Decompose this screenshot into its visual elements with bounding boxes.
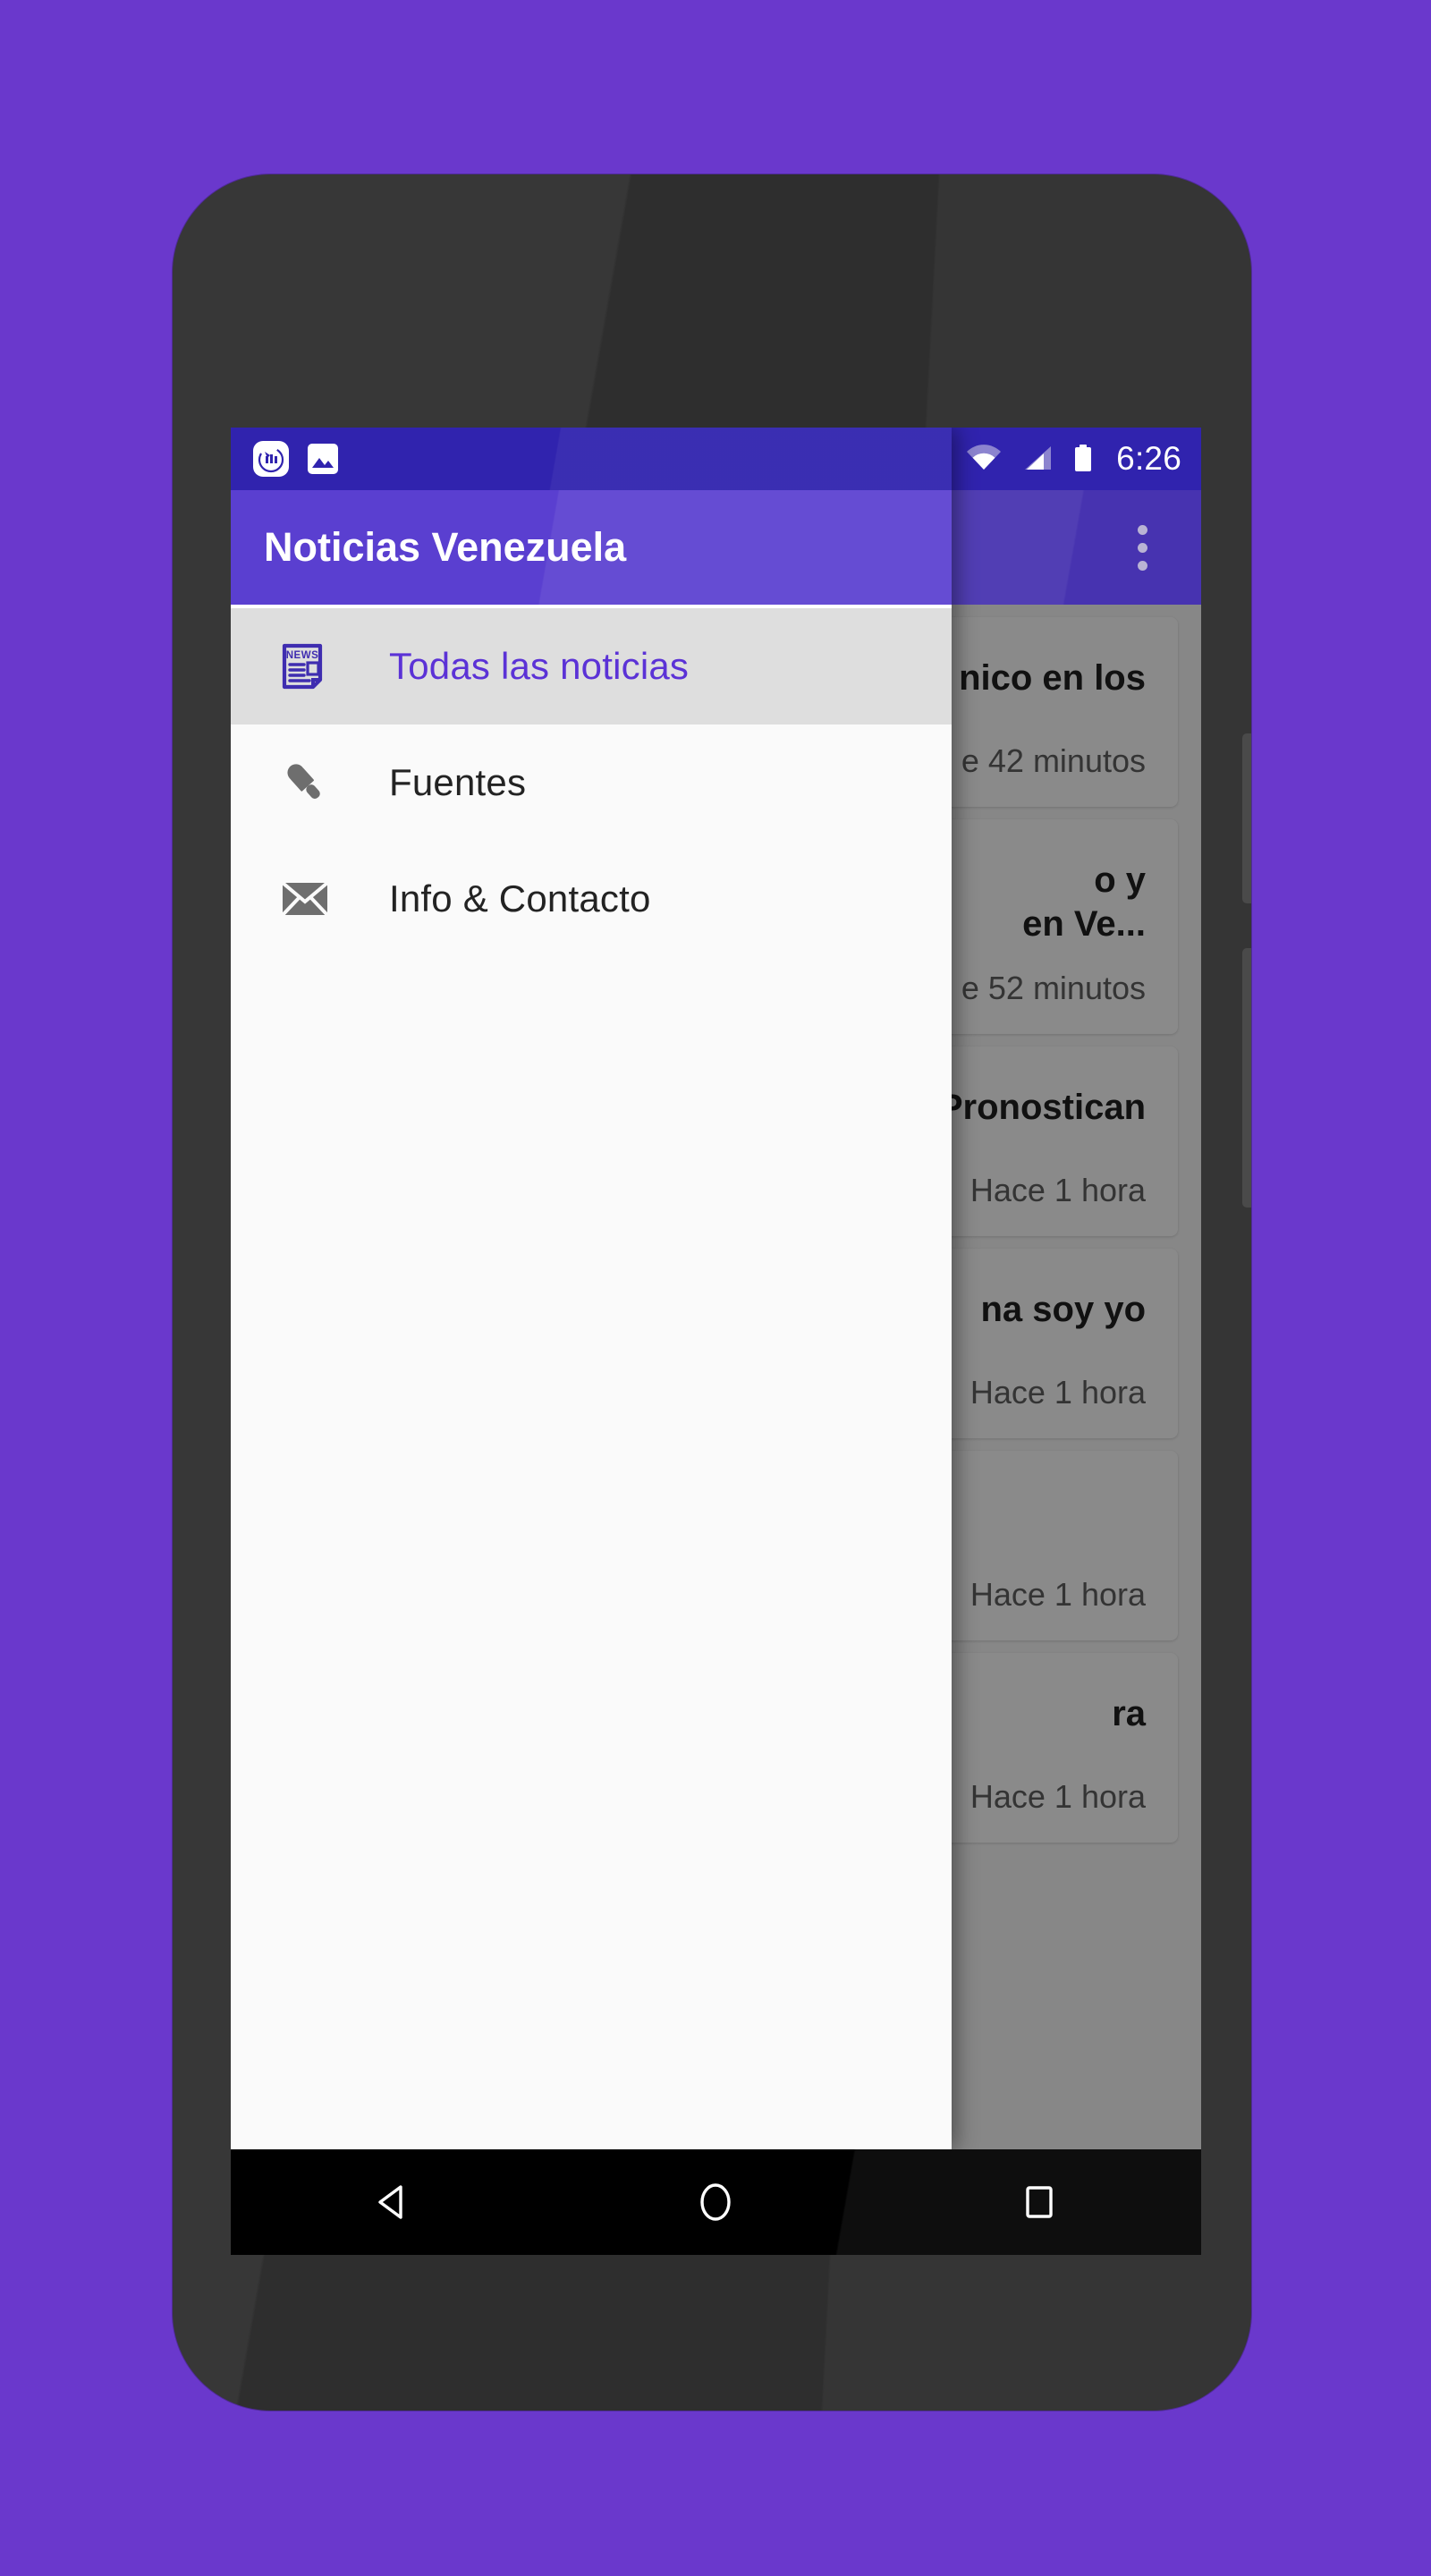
drawer-item-label: Fuentes [389,761,527,803]
envelope-mail-icon [277,871,333,927]
drawer-item-info-contacto[interactable]: Info & Contacto [231,841,952,957]
overflow-dot-3 [1137,560,1147,571]
drawer-item-label: Info & Contacto [389,877,651,919]
drawer-title: Noticias Venezuela [264,524,627,570]
android-navigation-bar [231,2149,1201,2255]
drawer-header: Noticias Venezuela [231,428,952,605]
overflow-dot-2 [1137,542,1147,553]
newspaper-news-icon: NEWS [277,639,333,694]
battery-icon [1075,445,1092,471]
cellular-signal-icon [1025,446,1052,470]
drawer-item-label: Todas las noticias [389,645,690,687]
drawer-item-fuentes[interactable]: Fuentes [231,724,952,841]
volume-button[interactable] [1242,733,1251,903]
drawer-status-bar [231,428,952,490]
mi-updater-icon-drawer [253,441,289,477]
square-recents-icon [1026,2186,1053,2218]
back-button[interactable] [343,2153,442,2251]
triangle-back-icon [378,2185,402,2219]
microphone-icon [277,755,333,810]
phone-screen: 6:26 Noticias Venezuela nico en lose 42 … [231,428,1201,2149]
status-system-icons: 6:26 [923,440,1181,478]
wifi-icon [967,445,1002,470]
navigation-drawer: Noticias Venezuela NEWS Todas las notici… [231,428,952,2149]
power-button[interactable] [1242,948,1251,1208]
drawer-item-todas-las-noticias[interactable]: NEWS Todas las noticias [231,608,952,724]
gallery-image-icon-drawer [308,444,338,474]
overflow-menu-icon[interactable] [1115,507,1169,588]
status-clock: 6:26 [1116,440,1181,477]
drawer-menu-items: NEWS Todas las noticias Fuentes Info & C… [231,608,952,957]
svg-text:NEWS: NEWS [286,650,319,661]
recents-button[interactable] [990,2153,1088,2251]
overflow-dot-1 [1137,524,1147,535]
circle-home-icon [700,2183,732,2221]
home-button[interactable] [666,2153,765,2251]
